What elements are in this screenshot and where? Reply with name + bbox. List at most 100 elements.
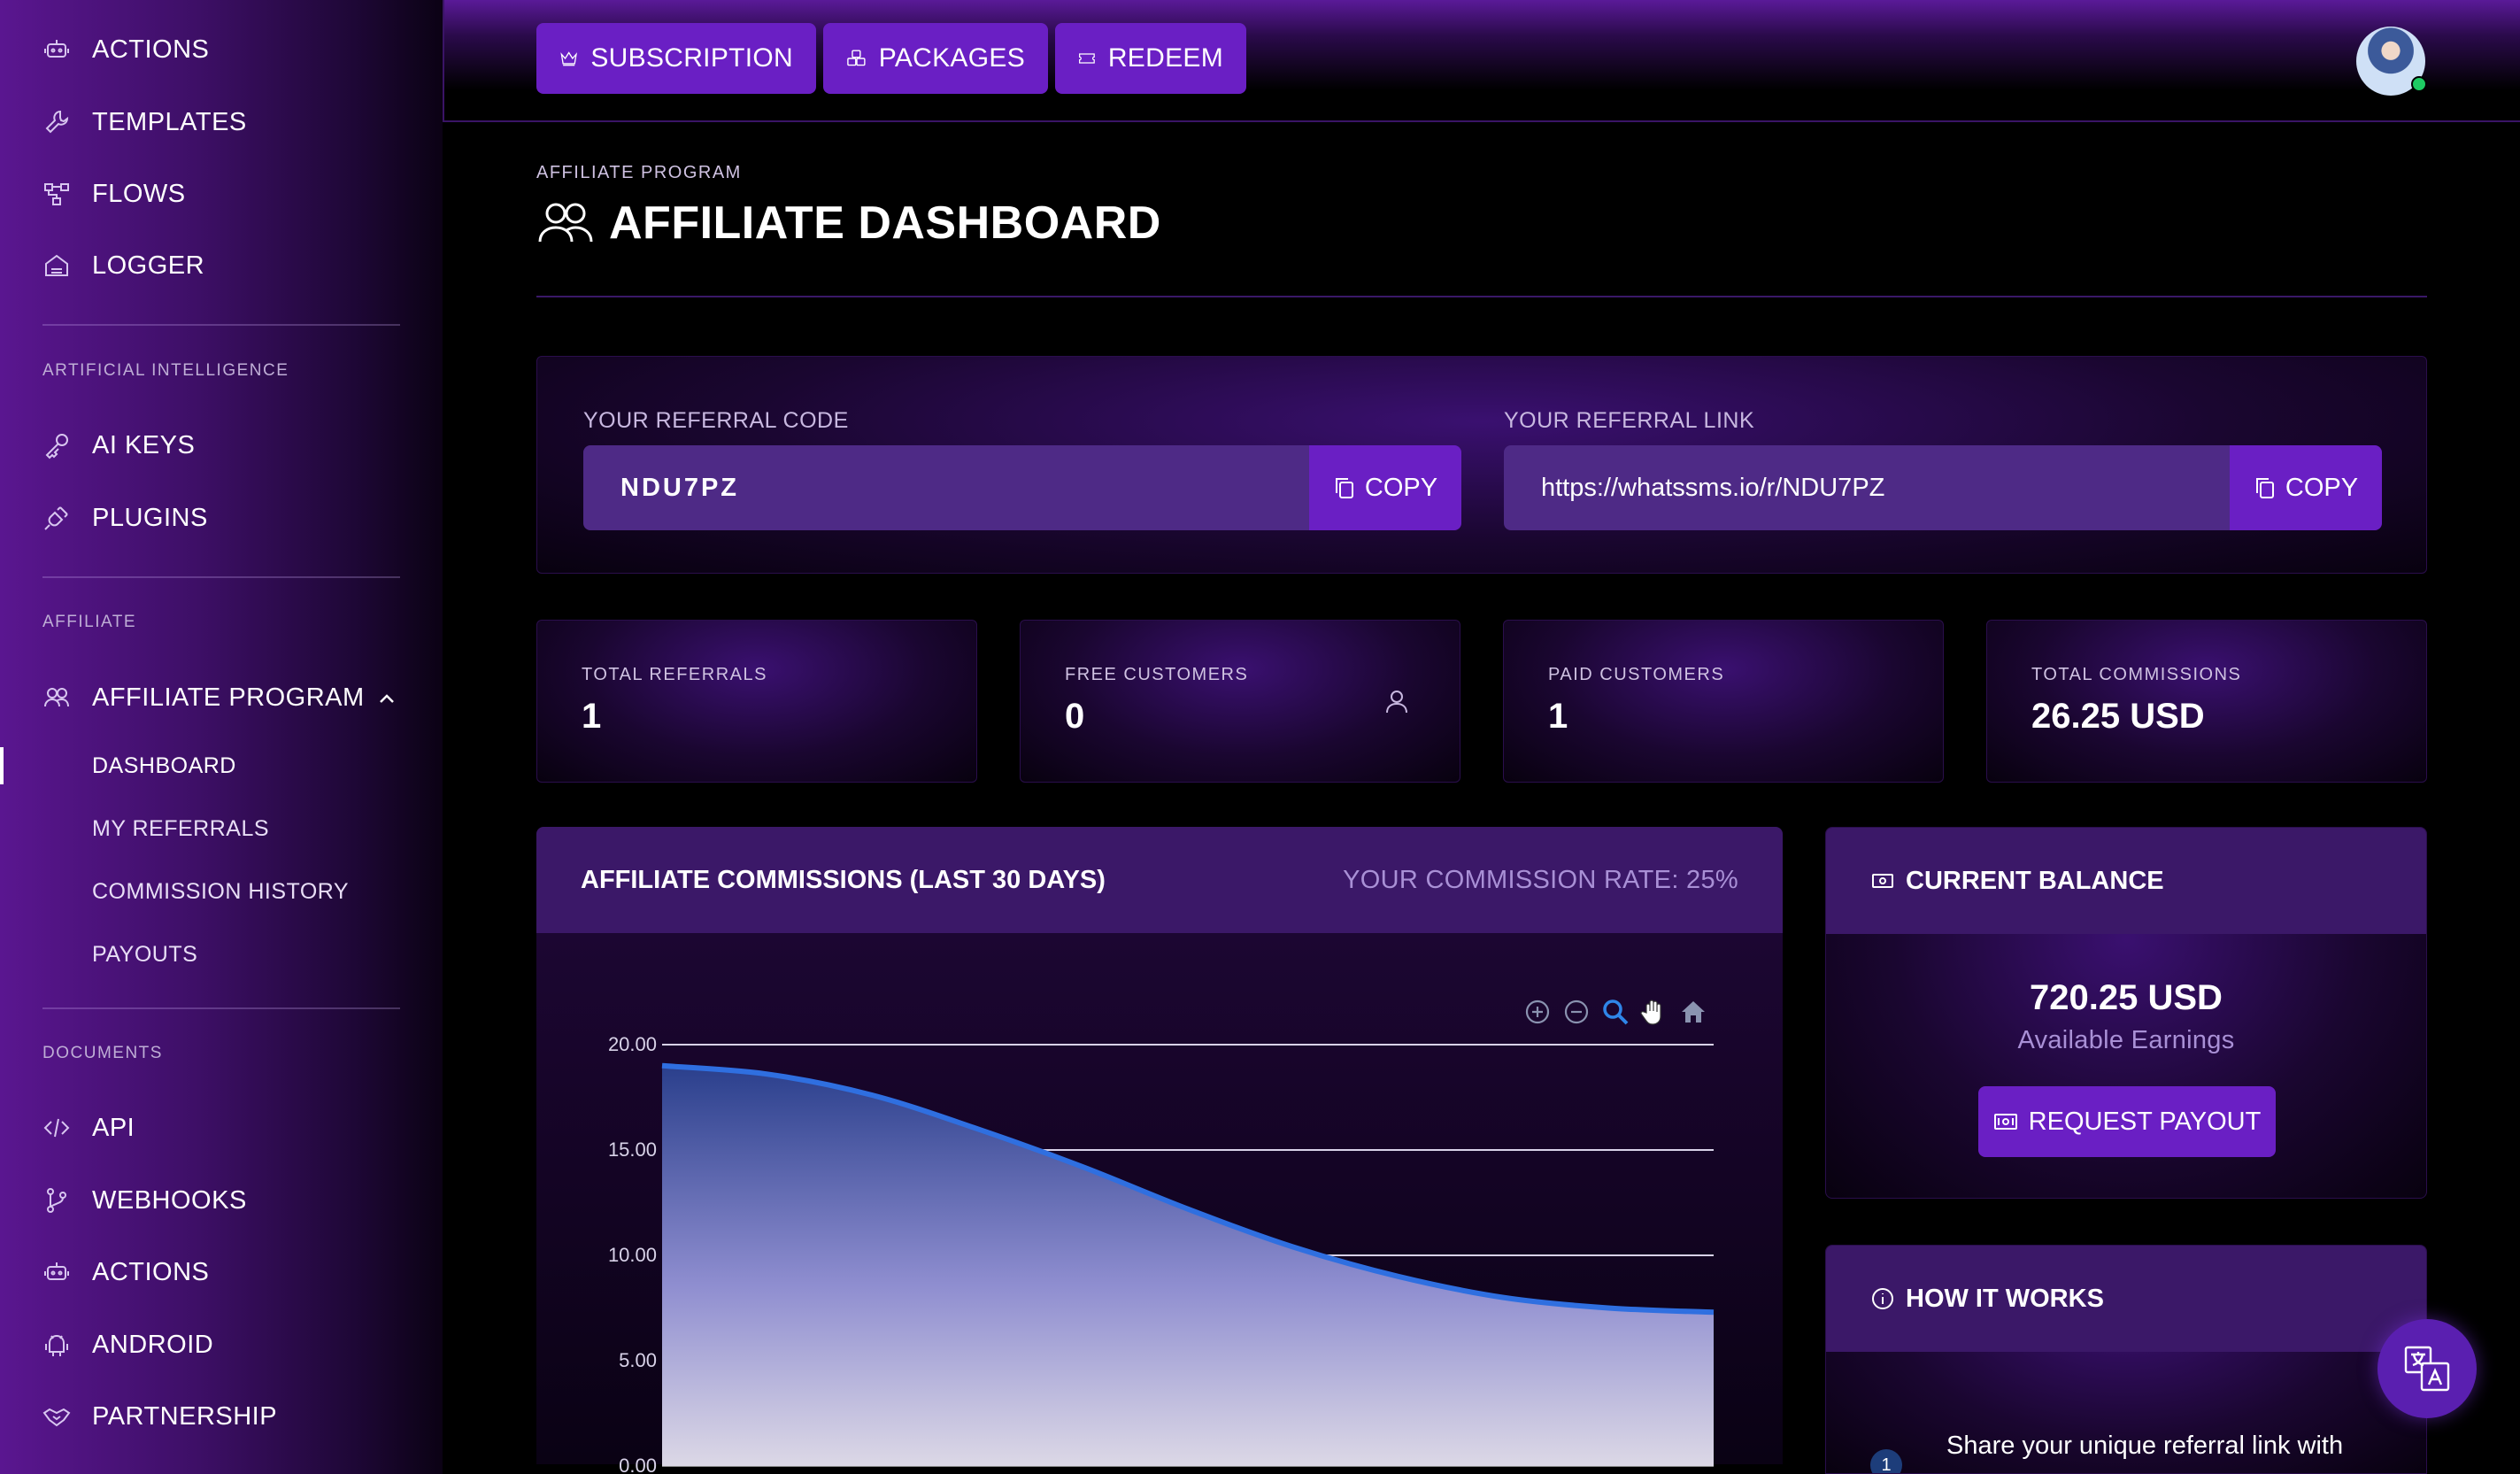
translate-icon — [2404, 1346, 2450, 1392]
sidebar-item-ai-keys[interactable]: AI KEYS — [42, 419, 195, 472]
sidebar-item-actions[interactable]: ACTIONS — [42, 23, 209, 76]
stat-card-total-commissions: TOTAL COMMISSIONS 26.25 USD — [1986, 620, 2427, 783]
sidebar-divider — [42, 1007, 400, 1009]
users-icon — [44, 688, 69, 707]
sidebar-sub-commission-history[interactable]: COMMISSION HISTORY — [92, 872, 349, 911]
referral-card: YOUR REFERRAL CODE NDU7PZ COPY YOUR REFE… — [536, 356, 2427, 574]
sidebar-item-affiliate-program[interactable]: AFFILIATE PROGRAM — [42, 671, 365, 724]
sidebar-section-documents: DOCUMENTS — [42, 1044, 163, 1062]
commission-rate: YOUR COMMISSION RATE: 25% — [1343, 865, 1738, 894]
sidebar-item-label: ACTIONS — [92, 35, 210, 64]
online-status-dot — [2411, 76, 2427, 92]
y-tick-label: 15.00 — [608, 1138, 657, 1161]
code-icon — [43, 1118, 70, 1138]
balance-title: CURRENT BALANCE — [1906, 866, 2164, 895]
sidebar-sub-payouts[interactable]: PAYOUTS — [92, 935, 197, 974]
branch-icon — [47, 1188, 66, 1213]
copy-label: COPY — [2285, 473, 2359, 502]
page-title-text: AFFILIATE DASHBOARD — [609, 197, 1161, 249]
y-tick-label: 20.00 — [608, 1033, 657, 1055]
referral-code-field[interactable]: NDU7PZ — [583, 445, 1309, 530]
android-icon — [45, 1335, 68, 1356]
stat-label: TOTAL COMMISSIONS — [2031, 665, 2242, 684]
sidebar-section-ai: ARTIFICIAL INTELLIGENCE — [42, 361, 289, 380]
stat-value: 0 — [1065, 697, 1085, 736]
stat-label: PAID CUSTOMERS — [1548, 665, 1725, 684]
y-tick-label: 10.00 — [608, 1244, 657, 1266]
sidebar-item-actions-doc[interactable]: ACTIONS — [42, 1246, 209, 1299]
sidebar-item-label: TEMPLATES — [92, 107, 247, 136]
packages-label: PACKAGES — [878, 43, 1025, 73]
pan-hand-icon[interactable] — [1639, 997, 1669, 1027]
balance-amount: 720.25 USD — [2030, 978, 2223, 1017]
sidebar-item-webhooks[interactable]: WEBHOOKS — [42, 1174, 247, 1227]
copy-icon — [2255, 478, 2274, 498]
y-tick-label: 5.00 — [619, 1349, 657, 1371]
zoom-out-icon[interactable] — [1561, 997, 1591, 1027]
how-title: HOW IT WORKS — [1906, 1284, 2104, 1313]
sidebar-item-partnership[interactable]: PARTNERSHIP — [42, 1390, 277, 1443]
robot-icon — [44, 40, 69, 58]
stat-value: 26.25 USD — [2031, 697, 2205, 736]
robot-icon — [44, 1262, 69, 1280]
copy-icon — [1335, 478, 1353, 498]
stat-card-total-referrals: TOTAL REFERRALS 1 — [536, 620, 977, 783]
sidebar-item-label: PARTNERSHIP — [92, 1401, 278, 1431]
request-payout-button[interactable]: REQUEST PAYOUT — [1978, 1086, 2276, 1157]
stat-card-free-customers: FREE CUSTOMERS 0 — [1020, 620, 1460, 783]
sidebar-item-templates[interactable]: TEMPLATES — [42, 96, 247, 149]
sidebar-item-logger[interactable]: LOGGER — [42, 239, 204, 292]
header-divider — [536, 296, 2427, 297]
payout-label: REQUEST PAYOUT — [2028, 1107, 2262, 1136]
logger-icon — [45, 254, 68, 276]
crown-icon — [560, 51, 578, 66]
stat-value: 1 — [582, 697, 602, 736]
zoom-in-icon[interactable] — [1522, 997, 1553, 1027]
wrench-icon — [45, 110, 69, 134]
chevron-up-icon[interactable] — [375, 687, 398, 710]
commissions-chart-card: AFFILIATE COMMISSIONS (LAST 30 DAYS) YOU… — [536, 827, 1783, 1474]
user-avatar[interactable] — [2356, 27, 2427, 96]
sidebar-item-label: PLUGINS — [92, 503, 208, 532]
sidebar-item-api[interactable]: API — [42, 1101, 135, 1154]
sidebar-item-flows[interactable]: FLOWS — [42, 167, 186, 220]
packages-button[interactable]: PACKAGES — [823, 23, 1048, 94]
sidebar-item-android[interactable]: ANDROID — [42, 1318, 213, 1371]
handshake-icon — [42, 1408, 71, 1427]
sidebar-item-label: API — [92, 1113, 135, 1142]
stat-value: 1 — [1548, 697, 1568, 736]
copy-link-button[interactable]: COPY — [2230, 445, 2382, 530]
redeem-label: REDEEM — [1107, 43, 1223, 73]
plug-icon — [44, 506, 68, 530]
sidebar-divider — [42, 324, 400, 326]
info-icon — [1872, 1288, 1893, 1309]
sidebar-item-plugins[interactable]: PLUGINS — [42, 491, 208, 544]
sidebar-item-label: AFFILIATE PROGRAM — [92, 683, 365, 712]
chart-header: AFFILIATE COMMISSIONS (LAST 30 DAYS) YOU… — [536, 827, 1783, 933]
balance-header: CURRENT BALANCE — [1826, 828, 2426, 934]
step-number: 1 — [1870, 1449, 1902, 1473]
referral-link-field[interactable]: https://whatssms.io/r/NDU7PZ — [1504, 445, 2230, 530]
key-icon — [45, 434, 68, 459]
sidebar-item-label: ANDROID — [92, 1330, 214, 1359]
step-text: Share your unique referral link with — [1946, 1432, 2344, 1460]
sidebar-item-label: LOGGER — [92, 251, 205, 280]
magnifier-icon[interactable] — [1600, 997, 1630, 1027]
subscription-button[interactable]: SUBSCRIPTION — [536, 23, 816, 94]
cash-icon — [1993, 1114, 2017, 1130]
how-header: HOW IT WORKS — [1826, 1246, 2426, 1352]
redeem-button[interactable]: REDEEM — [1055, 23, 1246, 94]
ticket-icon — [1079, 53, 1095, 64]
sidebar-sub-dashboard[interactable]: DASHBOARD — [92, 746, 236, 785]
current-balance-card: CURRENT BALANCE 720.25 USD Available Ear… — [1825, 827, 2427, 1199]
chart-title: AFFILIATE COMMISSIONS (LAST 30 DAYS) — [581, 865, 1106, 894]
active-indicator — [0, 747, 4, 784]
copy-code-button[interactable]: COPY — [1309, 445, 1461, 530]
sidebar-divider — [42, 576, 400, 578]
balance-subtitle: Available Earnings — [2017, 1026, 2235, 1054]
flow-icon — [44, 183, 69, 205]
sidebar-sub-my-referrals[interactable]: MY REFERRALS — [92, 809, 269, 848]
home-icon[interactable] — [1678, 997, 1708, 1027]
sidebar-item-label: AI KEYS — [92, 430, 196, 459]
translate-button[interactable] — [2377, 1319, 2477, 1418]
